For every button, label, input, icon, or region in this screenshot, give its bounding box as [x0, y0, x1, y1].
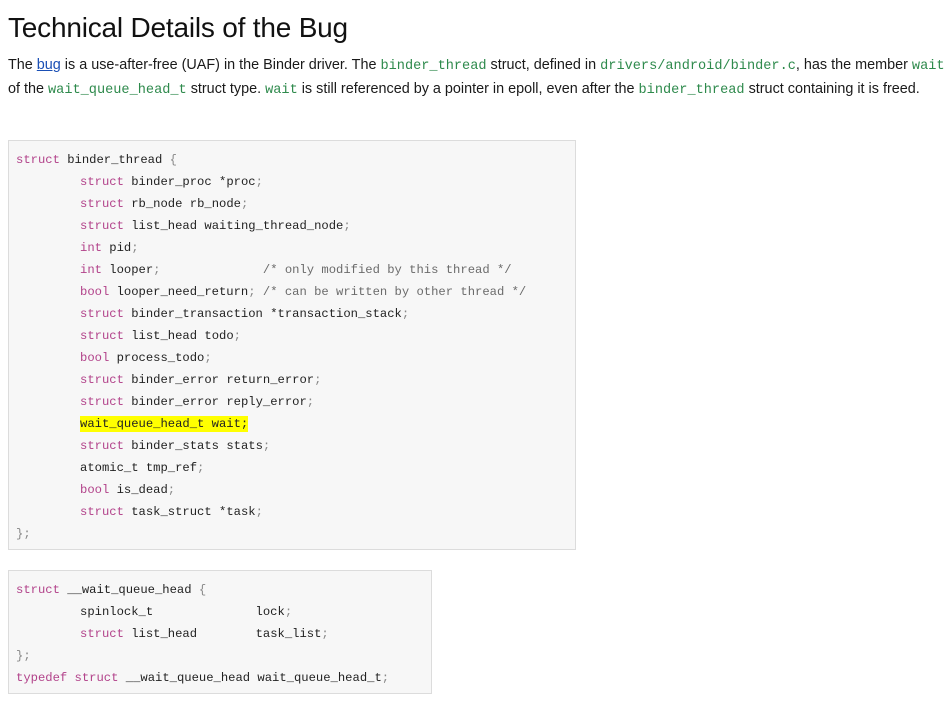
code-line-member: spinlock_t lock;	[80, 605, 293, 619]
wait-queue-head-code-block: struct __wait_queue_head { spinlock_t loc…	[8, 570, 432, 694]
code-line-typedef: typedef struct __wait_queue_head wait_qu…	[16, 671, 390, 685]
code-line-member: int looper; /* only modified by this thr…	[80, 263, 512, 277]
highlighted-wait-member: wait_queue_head_t wait;	[80, 416, 249, 432]
inline-code-wait: wait	[911, 59, 945, 74]
code-line-member: struct rb_node rb_node;	[80, 197, 249, 211]
text-segment: of the	[8, 81, 49, 97]
code-line-struct-open: struct binder_thread {	[16, 153, 177, 167]
code-line-member: struct list_head task_list;	[80, 627, 329, 641]
code-line-member: struct binder_stats stats;	[80, 439, 271, 453]
inline-code-binder-thread: binder_thread	[638, 83, 745, 98]
code-line-member: struct binder_transaction *transaction_s…	[80, 307, 410, 321]
text-segment: , has the member	[795, 57, 912, 73]
text-segment: is a use-after-free (UAF) in the Binder …	[60, 57, 381, 73]
code-line-member: struct binder_error return_error;	[80, 373, 322, 387]
code-line-member: atomic_t tmp_ref;	[80, 461, 205, 475]
inline-code-binder-thread: binder_thread	[380, 59, 487, 74]
text-segment: struct, defined in	[486, 57, 601, 73]
text-segment: struct containing it is freed.	[744, 81, 920, 97]
code-line-struct-close: };	[16, 527, 31, 541]
code-line-member: struct task_struct *task;	[80, 505, 263, 519]
page-heading: Technical Details of the Bug	[8, 12, 348, 43]
code-line-struct-open: struct __wait_queue_head {	[16, 583, 207, 597]
code-line-struct-close: };	[16, 649, 31, 663]
code-line-member: bool process_todo;	[80, 351, 212, 365]
bug-description-paragraph: The bug is a use-after-free (UAF) in the…	[8, 54, 948, 102]
code-line-member: struct list_head waiting_thread_node;	[80, 219, 351, 233]
text-segment: is still referenced by a pointer in epol…	[297, 81, 639, 97]
binder-thread-code-block: struct binder_thread { struct binder_proc…	[8, 140, 576, 550]
code-line-member: int pid;	[80, 241, 139, 255]
inline-code-wait-queue-head-t: wait_queue_head_t	[48, 83, 187, 98]
code-line-member: struct list_head todo;	[80, 329, 241, 343]
code-line-member: bool looper_need_return; /* can be writt…	[80, 285, 527, 299]
bug-link[interactable]: bug	[37, 57, 61, 73]
text-segment: The	[8, 57, 37, 73]
code-line-member: bool is_dead;	[80, 483, 176, 497]
inline-code-wait: wait	[265, 83, 298, 98]
code-line-member: struct binder_error reply_error;	[80, 395, 315, 409]
text-segment: struct type.	[186, 81, 266, 97]
code-line-member: struct binder_proc *proc;	[80, 175, 263, 189]
inline-code-binder-path: drivers/android/binder.c	[600, 59, 796, 74]
